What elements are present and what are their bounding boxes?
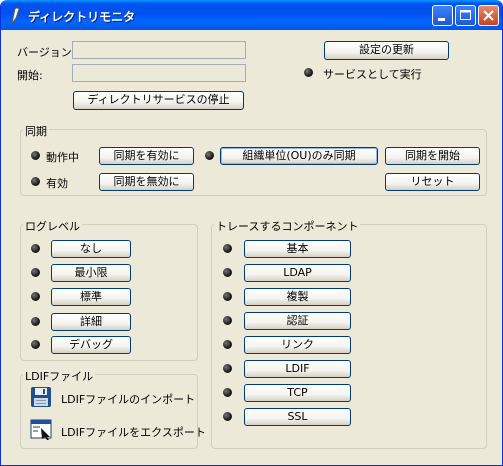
update-settings-button[interactable]: 設定の更新 (324, 41, 449, 60)
trace-tcp-button[interactable]: TCP (244, 384, 351, 402)
log-level-detailed-button[interactable]: 詳細 (51, 313, 131, 331)
stop-directory-service-button[interactable]: ディレクトリサービスの停止 (73, 91, 244, 110)
maximize-button[interactable] (455, 5, 476, 26)
maximize-icon (460, 10, 471, 20)
trace-ssl-button[interactable]: SSL (244, 408, 351, 426)
close-icon (483, 10, 494, 21)
log-level-standard-button[interactable]: 標準 (51, 288, 131, 306)
run-as-service-label: サービスとして実行 (323, 68, 422, 81)
floppy-disk-icon[interactable] (30, 386, 52, 408)
trace-replication-button[interactable]: 複製 (244, 288, 351, 306)
trace-ldap-indicator (223, 268, 232, 277)
log-level-minimal-indicator (31, 268, 40, 277)
trace-ldap-button[interactable]: LDAP (244, 264, 351, 282)
export-ldif-label[interactable]: LDIFファイルをエクスポート (61, 424, 206, 440)
trace-ldif-button[interactable]: LDIF (244, 360, 351, 378)
trace-components-legend: トレースするコンポーネント (214, 218, 361, 234)
app-feather-icon (10, 7, 20, 24)
log-level-legend: ログレベル (23, 218, 82, 234)
close-button[interactable] (478, 5, 499, 26)
trace-authentication-indicator (223, 316, 232, 325)
sync-legend: 同期 (23, 123, 49, 139)
trace-basic-indicator (223, 244, 232, 253)
log-level-debug-button[interactable]: デバッグ (51, 336, 131, 354)
ou-sync-indicator (205, 151, 214, 160)
log-level-debug-indicator (31, 340, 40, 349)
title-bar[interactable]: ディレクトリモニタ (1, 0, 502, 30)
trace-tcp-indicator (223, 388, 232, 397)
directory-monitor-window: ディレクトリモニタ バージョン: 開始: ディレクトリサービスの停止 設定の更新… (0, 0, 503, 466)
log-level-none-indicator (31, 244, 40, 253)
trace-authentication-button[interactable]: 認証 (244, 312, 351, 330)
enabled-indicator (31, 177, 40, 186)
start-sync-button[interactable]: 同期を開始 (385, 147, 480, 165)
disable-sync-button[interactable]: 同期を無効に (99, 173, 194, 191)
ou-only-sync-button[interactable]: 組織単位(OU)のみ同期 (220, 147, 378, 165)
import-ldif-label[interactable]: LDIFファイルのインポート (61, 391, 195, 407)
trace-link-indicator (223, 340, 232, 349)
run-as-service-indicator (304, 68, 313, 77)
window-title: ディレクトリモニタ (28, 10, 136, 24)
ldif-file-legend: LDIFファイル (23, 368, 96, 384)
enable-sync-button[interactable]: 同期を有効に (99, 147, 194, 165)
log-level-detailed-indicator (31, 317, 40, 326)
version-field (72, 41, 246, 59)
start-time-field (72, 64, 246, 82)
trace-basic-button[interactable]: 基本 (244, 240, 351, 258)
trace-ldif-indicator (223, 364, 232, 373)
start-label: 開始: (17, 69, 43, 82)
running-indicator (31, 151, 40, 160)
log-level-standard-indicator (31, 292, 40, 301)
reset-button[interactable]: リセット (385, 173, 480, 191)
running-label: 動作中 (46, 151, 79, 164)
enabled-label: 有効 (46, 177, 68, 190)
minimize-icon (438, 18, 445, 21)
version-label: バージョン: (17, 46, 76, 59)
log-level-minimal-button[interactable]: 最小限 (51, 264, 131, 282)
log-level-none-button[interactable]: なし (51, 240, 131, 258)
minimize-button[interactable] (432, 5, 453, 26)
trace-replication-indicator (223, 292, 232, 301)
trace-link-button[interactable]: リンク (244, 336, 351, 354)
export-window-icon[interactable] (30, 418, 52, 440)
trace-ssl-indicator (223, 412, 232, 421)
